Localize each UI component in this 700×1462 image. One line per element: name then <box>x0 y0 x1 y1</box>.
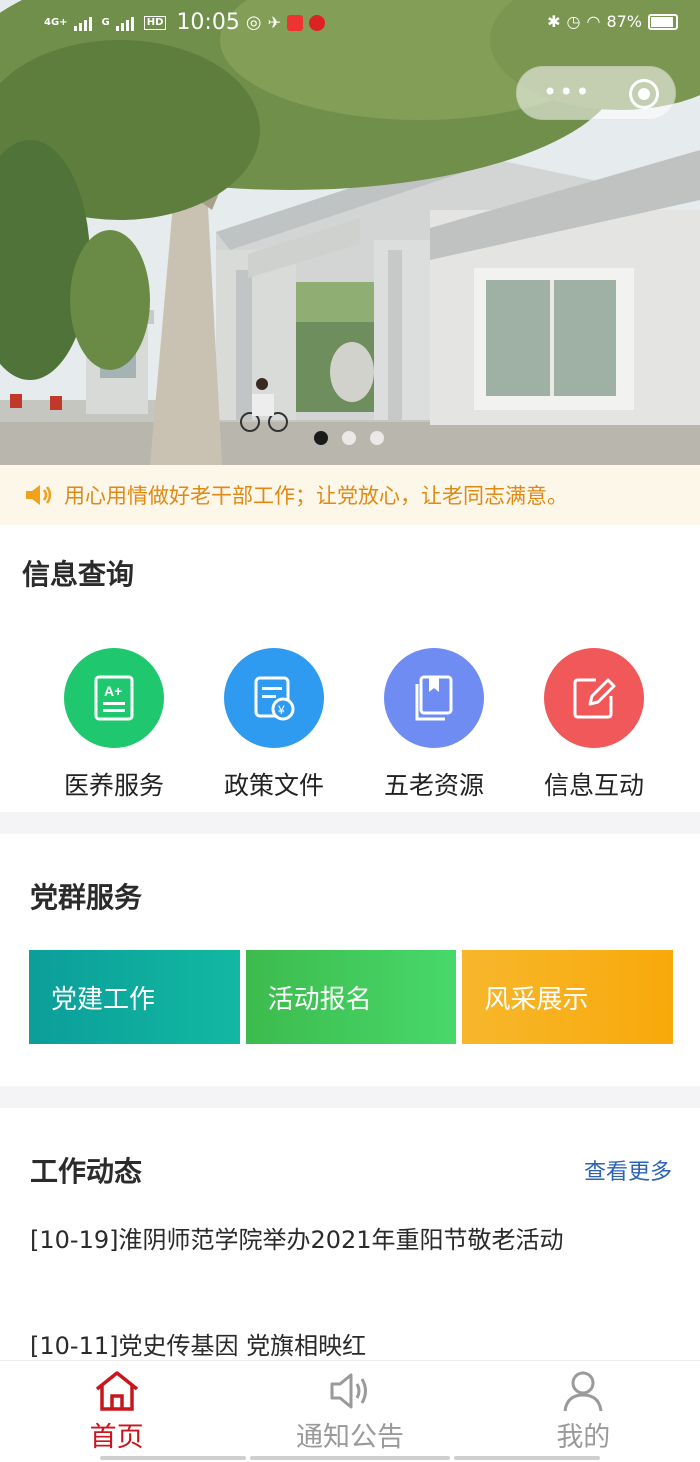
carousel-indicator <box>314 431 384 445</box>
grid-label: 医养服务 <box>63 771 164 800</box>
showcase-tile[interactable]: 风采展示 <box>462 950 674 1044</box>
svg-text:A+: A+ <box>104 683 122 699</box>
tab-label: 首页 <box>89 1422 144 1453</box>
app-notification-icon: ✈ <box>267 13 281 32</box>
hd-icon: HD <box>143 15 167 30</box>
grid-label: 信息互动 <box>543 771 644 800</box>
section-divider <box>0 1086 700 1108</box>
grid-item-resources[interactable]: 五老资源 <box>354 648 514 802</box>
tile-label: 风采展示 <box>484 984 589 1015</box>
network-type-2: G <box>101 16 110 28</box>
news-item[interactable]: [10-19]淮阴师范学院举办2021年重阳节敬老活动 <box>30 1220 564 1255</box>
party-services-tiles: 党建工作 活动报名 风采展示 <box>29 950 674 1044</box>
status-bar: 4G+ G HD 10:05 ◎ ✈ ✱ ◷ ◠ 87% <box>0 0 700 50</box>
grid-item-policy[interactable]: ¥ 政策文件 <box>194 648 354 802</box>
tile-label: 活动报名 <box>267 984 372 1015</box>
home-icon <box>95 1371 138 1411</box>
gesture-bar <box>454 1456 600 1460</box>
gesture-bar <box>250 1456 450 1460</box>
carousel-dot[interactable] <box>314 431 328 445</box>
grid-item-interaction[interactable]: 信息互动 <box>514 648 674 802</box>
banner-carousel[interactable]: 4G+ G HD 10:05 ◎ ✈ ✱ ◷ ◠ 87% ••• <box>0 0 700 465</box>
section-divider <box>0 812 700 834</box>
bluetooth-icon: ✱ <box>547 12 561 31</box>
alarm-icon: ◷ <box>566 12 581 31</box>
gesture-bar <box>100 1456 246 1460</box>
svg-text:¥: ¥ <box>277 703 285 717</box>
carousel-dot[interactable] <box>342 431 356 445</box>
tab-mine[interactable]: 我的 <box>467 1361 700 1462</box>
section-title-party-services: 党群服务 <box>30 881 143 914</box>
tab-label: 通知公告 <box>295 1422 404 1453</box>
medical-doc-icon: A+ <box>64 648 164 748</box>
status-time: 10:05 <box>176 10 240 35</box>
section-title-work-news: 工作动态 <box>30 1155 143 1188</box>
close-target-icon[interactable] <box>629 79 659 109</box>
battery-percent: 87% <box>606 12 642 31</box>
grid-item-medical[interactable]: A+ 医养服务 <box>34 648 194 802</box>
more-dots-icon[interactable]: ••• <box>543 77 591 107</box>
signal-icon-2 <box>115 15 138 31</box>
grid-label: 政策文件 <box>223 771 324 800</box>
notice-bar[interactable]: 用心用情做好老干部工作；让党放心，让老同志满意。 <box>0 465 700 525</box>
battery-icon <box>648 13 678 30</box>
bottom-tab-bar: 首页 通知公告 我的 <box>0 1360 700 1462</box>
tile-label: 党建工作 <box>51 984 156 1015</box>
network-type: 4G+ <box>44 16 68 28</box>
signal-icon <box>73 15 96 31</box>
q-icon: ◎ <box>245 12 262 33</box>
activity-signup-tile[interactable]: 活动报名 <box>245 950 457 1044</box>
tab-label: 我的 <box>556 1422 611 1453</box>
info-query-grid: A+ 医养服务 ¥ 政策文件 五老资源 信息互动 <box>34 648 674 802</box>
app-notification-icon-3 <box>308 14 325 31</box>
app-notification-icon-2 <box>286 14 303 31</box>
notice-text: 用心用情做好老干部工作；让党放心，让老同志满意。 <box>64 484 568 508</box>
view-more-link[interactable]: 查看更多 <box>584 1154 672 1186</box>
carousel-dot[interactable] <box>370 431 384 445</box>
user-icon <box>563 1371 603 1412</box>
miniprogram-capsule[interactable]: ••• <box>516 66 676 120</box>
tab-home[interactable]: 首页 <box>0 1361 233 1462</box>
grid-label: 五老资源 <box>383 771 484 800</box>
policy-file-icon: ¥ <box>224 648 324 748</box>
speaker-icon <box>330 1373 367 1409</box>
speaker-icon <box>26 485 52 505</box>
resource-book-icon <box>384 648 484 748</box>
section-title-info-query: 信息查询 <box>22 558 135 591</box>
party-building-tile[interactable]: 党建工作 <box>29 950 240 1044</box>
wifi-icon: ◠ <box>586 12 601 31</box>
tab-notices[interactable]: 通知公告 <box>233 1361 466 1462</box>
news-item[interactable]: [10-11]党史传基因 党旗相映红 <box>30 1326 366 1361</box>
edit-pencil-icon <box>544 648 644 748</box>
